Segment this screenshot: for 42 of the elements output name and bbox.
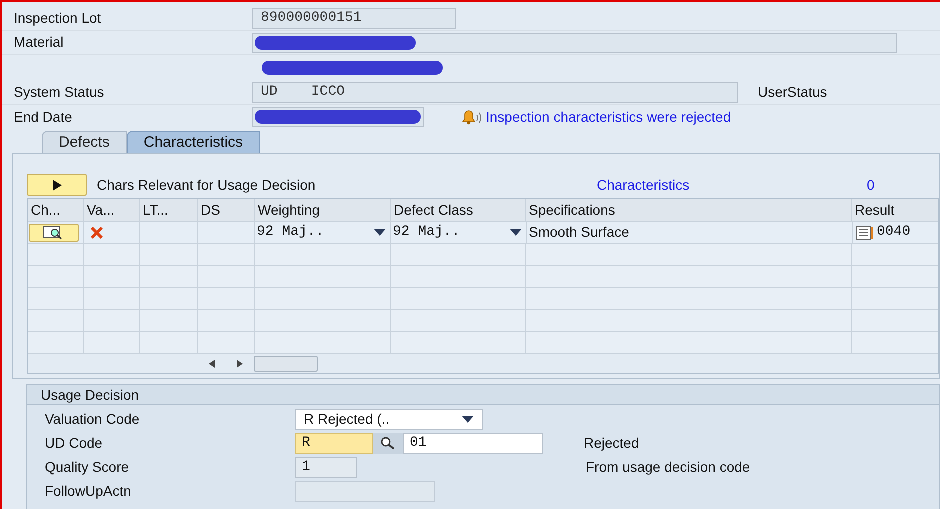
table-cell: Smooth Surface <box>527 222 853 243</box>
table-cell-text: 0040 <box>877 223 911 242</box>
input-field[interactable]: 01 <box>403 432 543 454</box>
value-field[interactable]: UD ICCO <box>252 82 738 103</box>
field-label: Valuation Code <box>45 410 141 428</box>
field-label: FollowUpActn <box>45 482 132 501</box>
tab[interactable]: Defects <box>42 131 127 153</box>
tab[interactable]: Characteristics <box>126 131 260 153</box>
material-field[interactable] <box>252 32 897 52</box>
field-description: Rejected <box>584 434 640 453</box>
field-label: UD Code <box>45 434 104 452</box>
status-message: Inspection characteristics were rejected <box>486 108 732 127</box>
search-icon <box>380 436 396 450</box>
user-status-label: UserStatus <box>758 83 828 102</box>
field-label: System Status <box>13 83 106 102</box>
field-label: Quality Score <box>45 458 130 477</box>
caret-icon <box>374 229 386 236</box>
search-button[interactable] <box>373 432 403 454</box>
dropdown-field[interactable]: 92 Maj.. <box>393 222 524 243</box>
toolbar-title: Chars Relevant for Usage Decision <box>97 176 317 195</box>
field-label: Material <box>13 33 65 52</box>
characteristics-link[interactable]: Characteristics <box>597 174 867 196</box>
scrollbar-thumb[interactable] <box>254 356 318 372</box>
input-field[interactable]: R <box>295 432 373 454</box>
field-description: From usage decision code <box>586 458 750 477</box>
input-field[interactable]: 1 <box>295 456 357 478</box>
characteristics-count: 0 <box>867 176 875 194</box>
dropdown-field[interactable]: R Rejected (.. <box>295 408 483 430</box>
value-field[interactable]: 890000000151 <box>252 8 456 29</box>
caret-icon <box>510 229 522 236</box>
field-label: Inspection Lot <box>13 9 102 28</box>
caret-icon <box>462 416 474 422</box>
play-icon <box>52 180 62 190</box>
input-field[interactable] <box>295 480 435 502</box>
group-title: Usage Decision <box>27 385 939 405</box>
magnifier-icon <box>43 226 65 240</box>
dropdown-field[interactable]: 92 Maj.. <box>257 222 388 243</box>
expand-button[interactable] <box>27 174 87 196</box>
document-icon <box>856 226 874 240</box>
field-label: End Date <box>13 108 74 126</box>
detail-button[interactable] <box>29 224 79 242</box>
bell-icon <box>460 109 482 125</box>
